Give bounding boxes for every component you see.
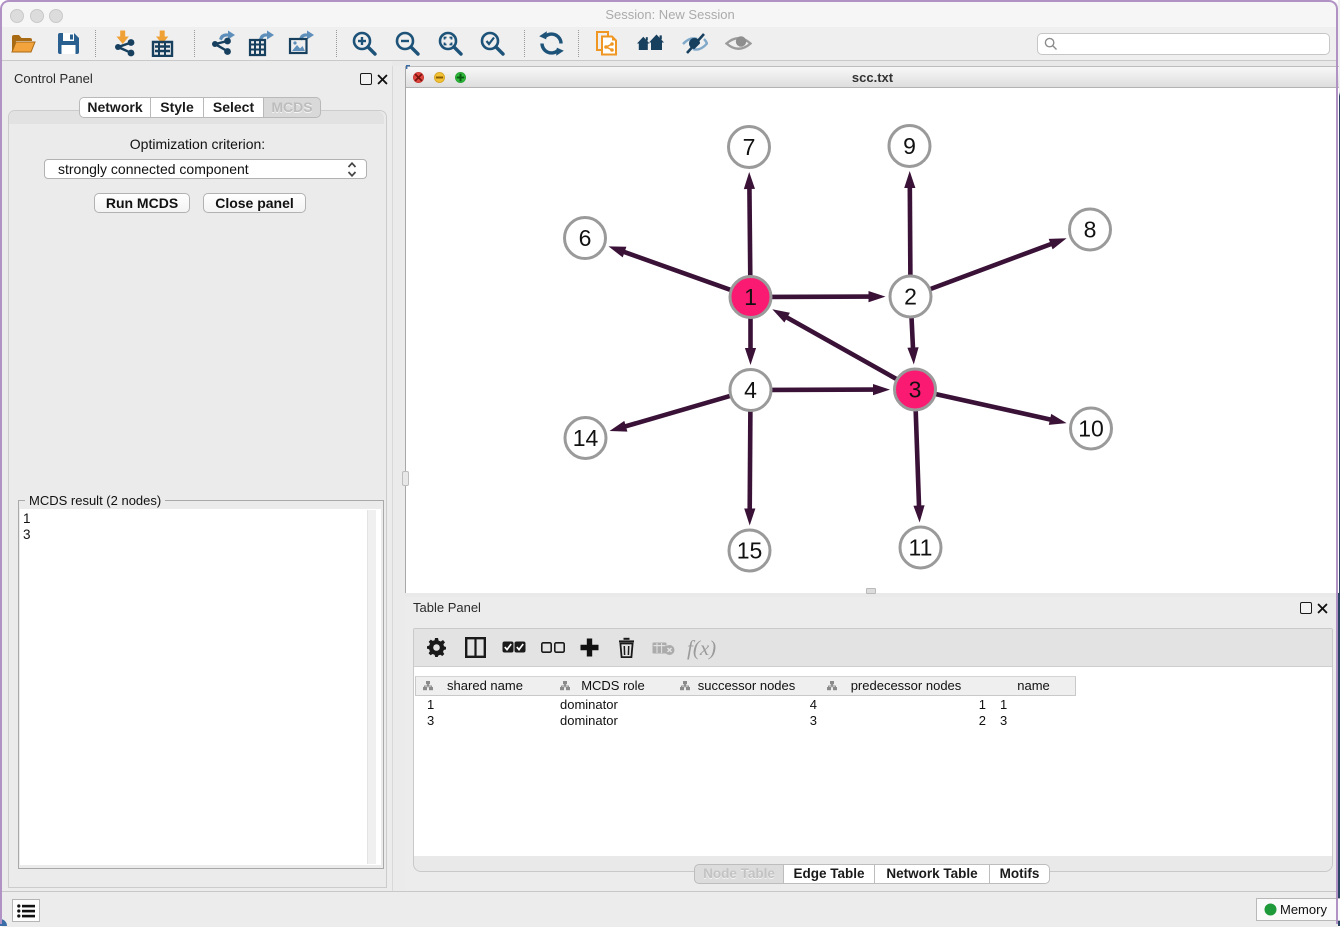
svg-text:4: 4 xyxy=(744,377,757,403)
svg-text:11: 11 xyxy=(909,535,933,561)
svg-text:3: 3 xyxy=(909,377,922,403)
svg-text:15: 15 xyxy=(737,538,763,564)
svg-text:8: 8 xyxy=(1084,217,1097,243)
svg-text:7: 7 xyxy=(743,134,756,160)
svg-text:10: 10 xyxy=(1078,416,1104,442)
svg-text:2: 2 xyxy=(904,284,917,310)
svg-text:6: 6 xyxy=(579,225,592,251)
svg-text:14: 14 xyxy=(573,425,599,451)
svg-text:9: 9 xyxy=(903,133,916,159)
svg-text:1: 1 xyxy=(744,284,757,310)
